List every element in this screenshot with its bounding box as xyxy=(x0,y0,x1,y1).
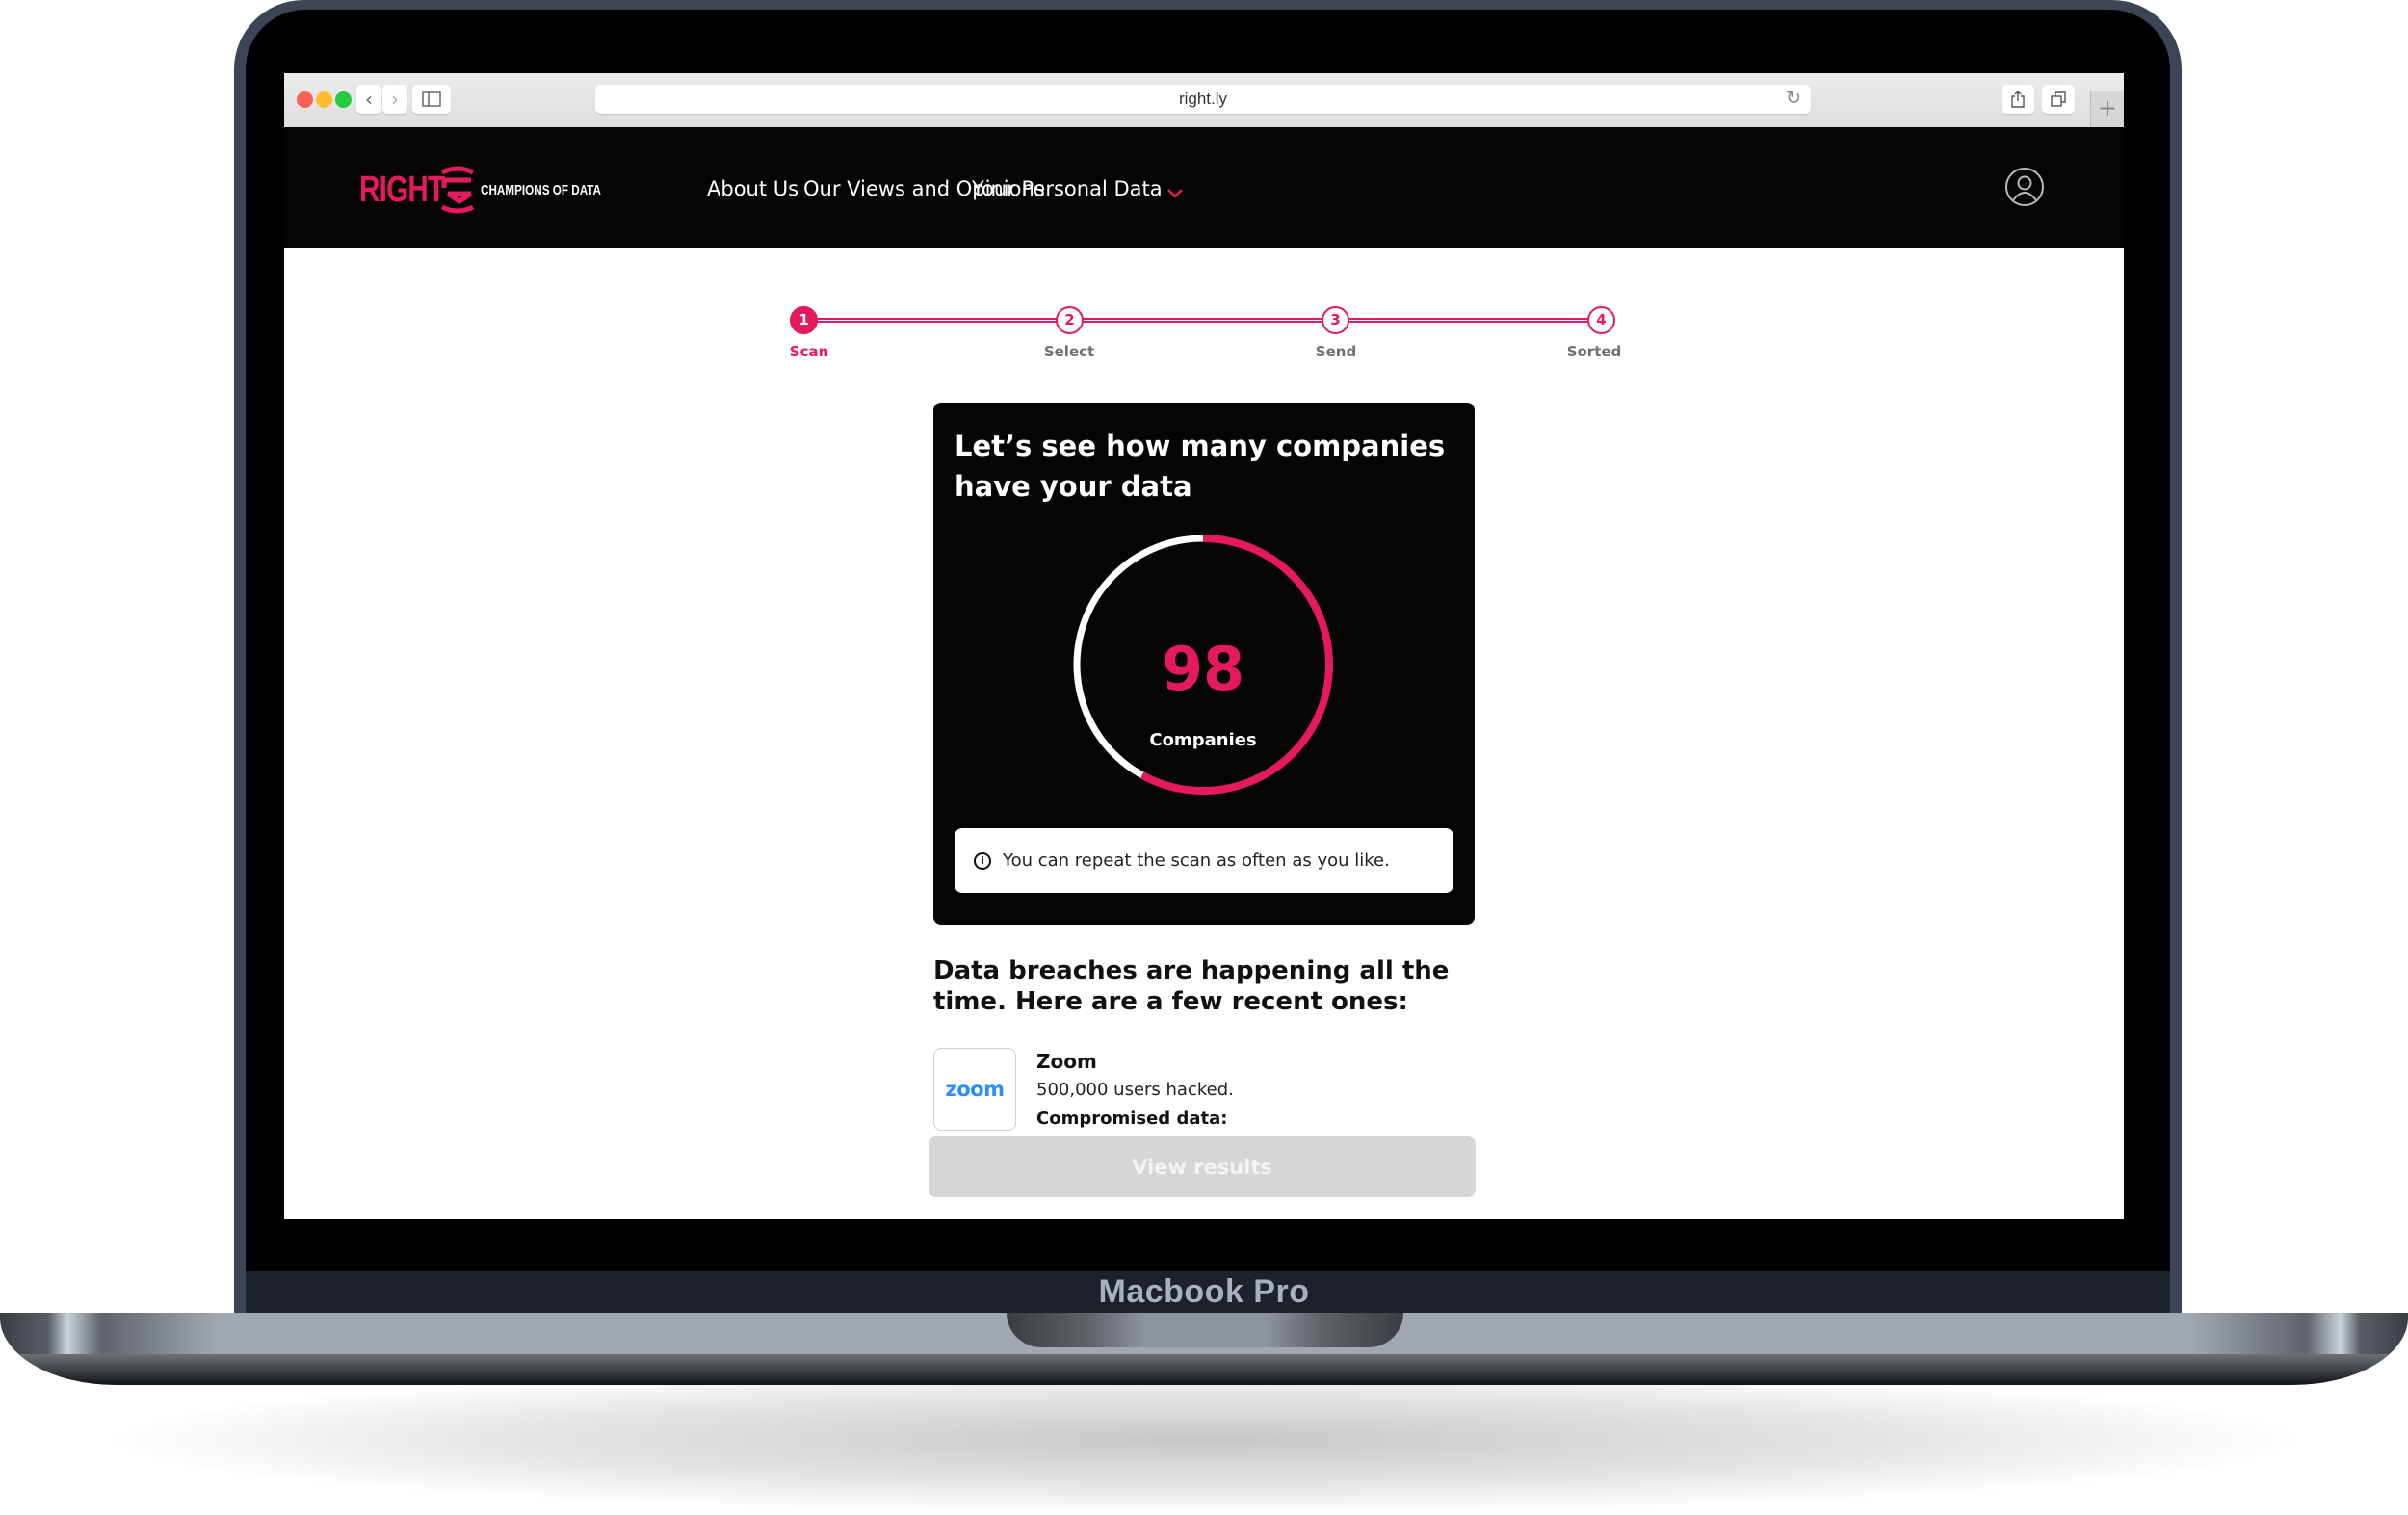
breach-compromised-label: Compromised data: xyxy=(1036,1109,1228,1129)
device-label: Macbook Pro xyxy=(1098,1273,1310,1310)
back-button[interactable]: ‹ xyxy=(356,85,381,114)
step-1-indicator[interactable]: 1 xyxy=(790,306,818,334)
reload-icon[interactable]: ↻ xyxy=(1786,88,1801,109)
share-button[interactable] xyxy=(2002,85,2034,114)
step-3-label: Send xyxy=(1315,343,1357,360)
address-bar[interactable]: right.ly ↻ xyxy=(595,85,1811,114)
logo-tagline: CHAMPIONS OF DATA xyxy=(481,181,602,198)
browser-toolbar: ‹ › right.ly ↻ + xyxy=(284,73,2124,128)
company-count: 98 xyxy=(1161,634,1245,704)
sidebar-toggle-button[interactable] xyxy=(412,85,451,114)
scan-card-title: Let’s see how many companies have your d… xyxy=(955,430,1446,503)
step-2-label: Select xyxy=(1043,343,1095,360)
info-icon: i xyxy=(974,851,991,870)
logo-wordmark: RIGHT xyxy=(359,169,445,210)
browser-window: ‹ › right.ly ↻ + RIGHT CHAMPIONS OF DATA… xyxy=(284,73,2124,1219)
laptop-notch xyxy=(1007,1313,1403,1347)
breach-description: 500,000 users hacked. xyxy=(1036,1080,1234,1100)
user-icon xyxy=(2012,175,2037,201)
forward-button[interactable]: › xyxy=(382,85,407,114)
step-connector xyxy=(804,318,1057,323)
new-tab-button[interactable]: + xyxy=(2090,91,2124,127)
step-2-indicator[interactable]: 2 xyxy=(1056,306,1084,334)
plus-icon: + xyxy=(2097,94,2118,121)
step-4-indicator[interactable]: 4 xyxy=(1587,306,1615,334)
user-account-button[interactable] xyxy=(2005,168,2044,206)
step-3-indicator[interactable]: 3 xyxy=(1322,306,1349,334)
url-text: right.ly xyxy=(1178,90,1228,108)
chevron-right-icon: › xyxy=(391,88,399,111)
breach-company-name: Zoom xyxy=(1036,1050,1097,1073)
tabs-overview-button[interactable] xyxy=(2042,85,2075,114)
maximize-window-button[interactable] xyxy=(335,91,352,108)
step-4-label: Sorted xyxy=(1566,343,1622,360)
tabs-icon xyxy=(2051,91,2066,107)
laptop-shadow xyxy=(116,1368,2292,1512)
logo-ly-mark xyxy=(440,166,475,214)
share-icon xyxy=(2011,91,2025,108)
minimize-window-button[interactable] xyxy=(316,91,332,108)
step-connector xyxy=(1336,318,1588,323)
close-window-button[interactable] xyxy=(297,91,313,108)
nav-about-us[interactable]: About Us xyxy=(707,177,798,200)
chevron-down-icon[interactable] xyxy=(1166,188,1184,199)
step-1-label: Scan xyxy=(789,343,829,360)
site-header: RIGHT CHAMPIONS OF DATA About Us Our Vie… xyxy=(284,127,2124,248)
sidebar-icon xyxy=(422,91,441,107)
company-count-label: Companies xyxy=(1149,730,1257,750)
nav-personal-data[interactable]: Your Personal Data xyxy=(972,177,1163,200)
info-text: You can repeat the scan as often as you … xyxy=(1003,850,1390,871)
info-banner: i You can repeat the scan as often as yo… xyxy=(955,828,1453,893)
scan-progress-ring: 98 Companies xyxy=(1066,528,1340,801)
breach-list-item: zoom Zoom 500,000 users hacked. Compromi… xyxy=(933,1048,1473,1135)
site-logo[interactable]: RIGHT CHAMPIONS OF DATA xyxy=(359,166,635,214)
view-results-button[interactable]: View results xyxy=(929,1136,1476,1197)
step-connector xyxy=(1070,318,1322,323)
breaches-heading: Data breaches are happening all the time… xyxy=(933,956,1450,1016)
zoom-logo: zoom xyxy=(933,1048,1016,1131)
scan-card: Let’s see how many companies have your d… xyxy=(933,403,1475,925)
chevron-left-icon: ‹ xyxy=(365,88,373,111)
